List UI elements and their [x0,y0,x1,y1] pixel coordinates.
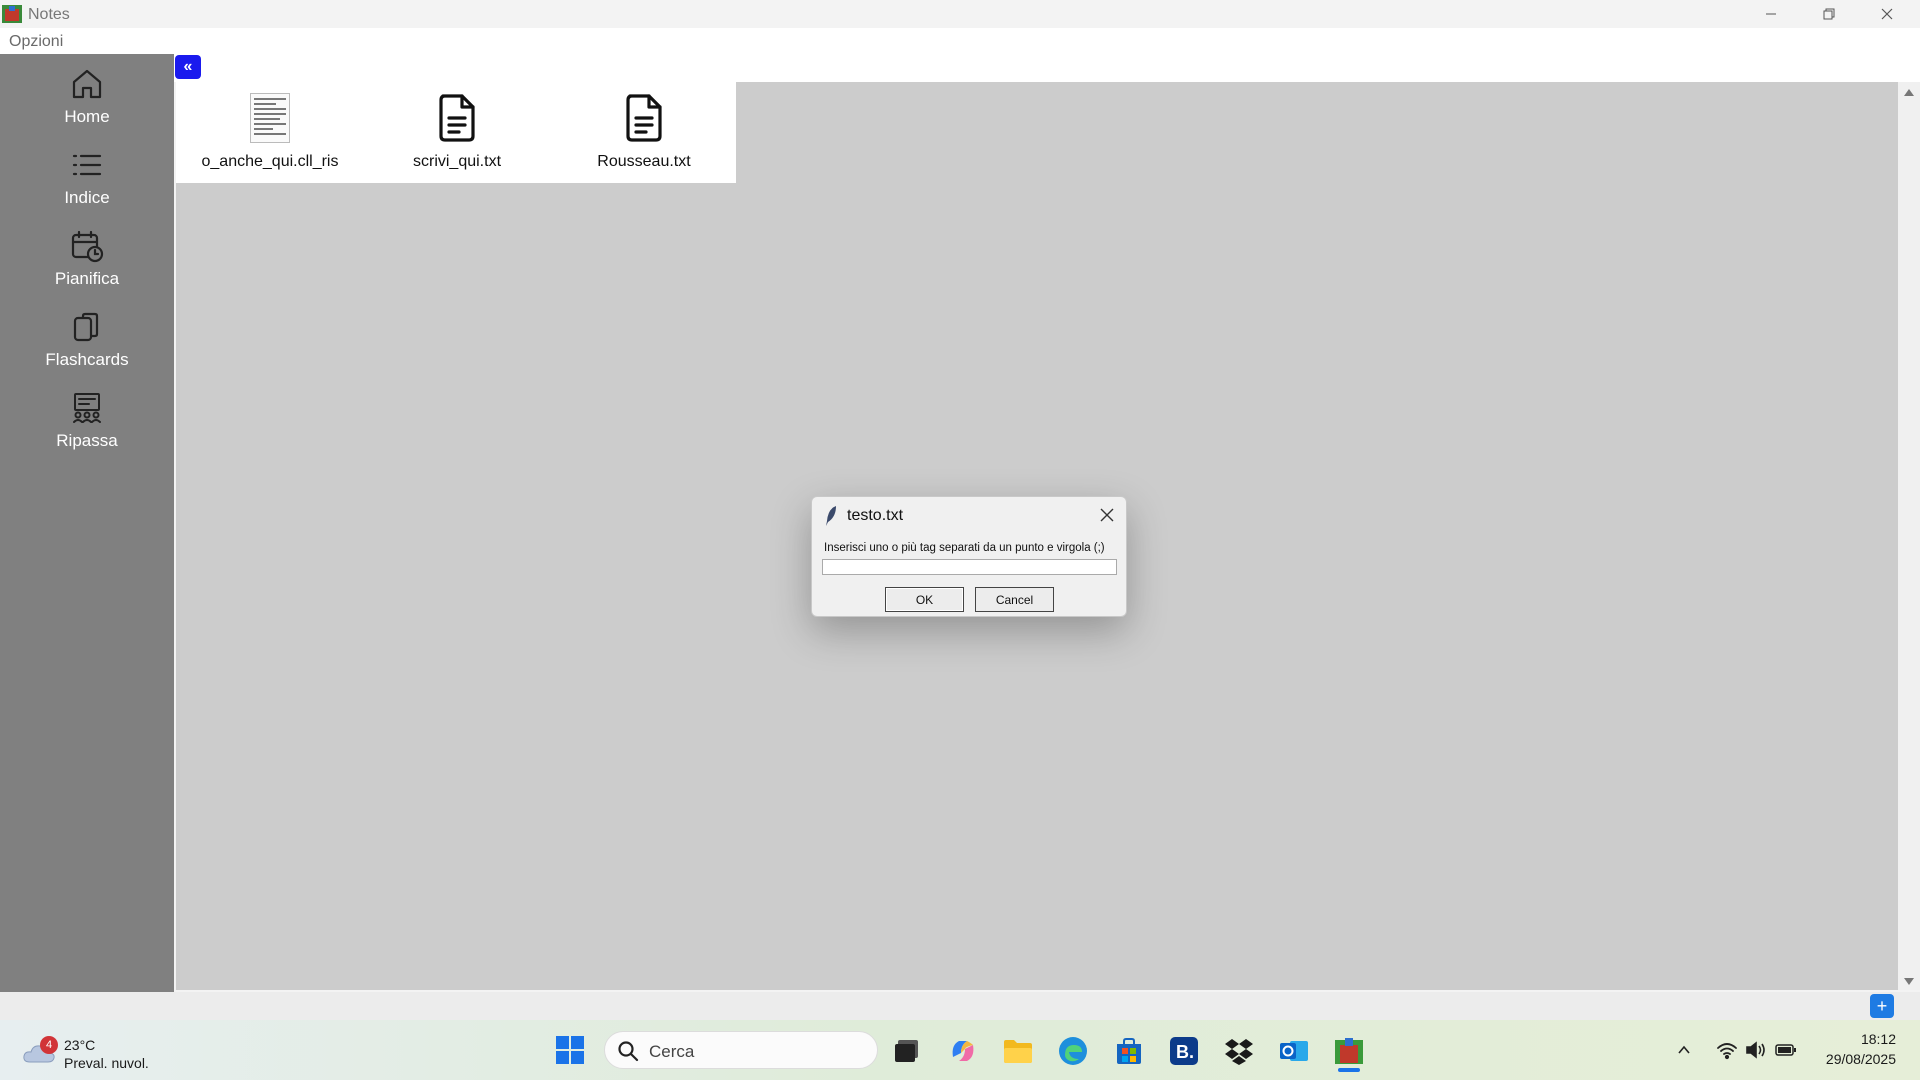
weather-description: Preval. nuvol. [64,1055,149,1071]
windows-logo-icon [556,1036,584,1064]
sidebar-item-ripassa[interactable]: Ripassa [0,382,174,458]
scroll-down-button[interactable] [1900,974,1918,990]
file-item[interactable]: scrivi_qui.txt [363,82,551,183]
battery-icon[interactable] [1775,1042,1797,1058]
taskbar-app-outlook[interactable] [1275,1032,1313,1070]
sidebar-item-label: Indice [64,188,110,207]
minimize-button[interactable] [1742,0,1800,28]
file-item[interactable]: o_anche_qui.cll_ris [176,82,364,183]
wifi-icon[interactable] [1716,1040,1738,1060]
taskbar-app-store[interactable] [1110,1032,1148,1070]
file-explorer-icon [1004,1040,1032,1063]
title-bar: Notes [0,0,1920,28]
file-name: o_anche_qui.cll_ris [201,153,339,170]
tag-dialog: testo.txt Inserisci uno o più tag separa… [811,496,1127,617]
tag-input[interactable] [822,559,1117,575]
svg-text:B.: B. [1176,1042,1194,1062]
taskbar-app-edge[interactable] [1054,1032,1092,1070]
close-window-button[interactable] [1858,0,1916,28]
list-icon [72,154,102,176]
file-grid: o_anche_qui.cll_ris scrivi_qui.txt Rouss… [176,82,736,183]
app-logo-icon [2,5,22,23]
close-icon [1881,8,1893,20]
arrow-down-icon [1904,978,1914,985]
calendar-clock-icon [71,230,104,263]
dialog-prompt: Inserisci uno o più tag separati da un p… [824,542,1105,554]
store-icon [1117,1038,1141,1064]
sidebar-item-label: Pianifica [54,269,120,288]
dropbox-icon [1225,1039,1253,1065]
taskbar-app-booking[interactable]: B. [1165,1032,1203,1070]
minimize-icon [1766,13,1776,15]
restore-icon [1823,8,1835,20]
notification-badge: 4 [40,1036,58,1054]
text-file-icon [439,94,475,142]
edge-icon [1059,1037,1087,1065]
taskbar-app-file-explorer[interactable] [999,1032,1037,1070]
window-title: Notes [28,6,70,23]
chevron-up-icon[interactable] [1676,1042,1692,1058]
menu-options[interactable]: Opzioni [9,33,63,51]
taskbar-search[interactable]: Cerca [604,1031,878,1069]
sidebar-item-flashcards[interactable]: Flashcards [0,301,174,377]
sidebar: Home Indice Pianifica Flashcards Ripassa [0,54,174,992]
weather-temperature: 23°C [64,1037,96,1053]
status-strip [0,992,1920,1020]
copilot-icon [952,1041,974,1061]
dialog-close-button[interactable] [1094,503,1120,527]
document-thumbnail-icon [244,92,296,144]
collapse-sidebar-button[interactable]: « [175,55,201,79]
add-button[interactable]: + [1870,994,1894,1018]
outlook-icon [1280,1041,1308,1061]
sidebar-item-label: Flashcards [45,350,129,369]
weather-widget[interactable]: 4 23°C Preval. nuvol. [20,1028,180,1072]
file-name: scrivi_qui.txt [412,153,502,170]
ok-button[interactable]: OK [885,587,964,612]
file-name: Rousseau.txt [597,153,691,170]
clock-date[interactable]: 29/08/2025 [1800,1051,1896,1067]
booking-icon: B. [1170,1037,1198,1065]
cards-icon [73,312,99,342]
arrow-up-icon [1904,89,1914,96]
taskbar-app-dropbox[interactable] [1220,1032,1258,1070]
file-item[interactable]: Rousseau.txt [550,82,738,183]
taskbar-app-copilot[interactable] [944,1032,982,1070]
sidebar-item-label: Ripassa [56,431,118,450]
feather-icon [826,506,836,526]
notes-app-icon [1335,1038,1363,1064]
restore-button[interactable] [1800,0,1858,28]
taskbar-app-notes[interactable] [1330,1032,1368,1070]
review-icon [73,393,101,423]
scroll-up-button[interactable] [1900,84,1918,100]
volume-icon[interactable] [1745,1040,1767,1060]
search-placeholder: Cerca [649,1042,695,1061]
text-file-icon [626,94,662,142]
sidebar-item-pianifica[interactable]: Pianifica [0,220,174,296]
vertical-scrollbar[interactable] [1898,82,1920,990]
content-header-strip [174,54,1920,82]
home-icon [72,69,102,99]
task-view-icon [895,1040,918,1062]
active-app-indicator [1338,1068,1360,1072]
clock-time[interactable]: 18:12 [1822,1031,1896,1047]
dialog-title: testo.txt [847,507,904,524]
cancel-button[interactable]: Cancel [975,587,1054,612]
menu-bar: Opzioni [0,28,1920,54]
search-icon [618,1041,639,1062]
sidebar-item-indice[interactable]: Indice [0,139,174,215]
sidebar-item-home[interactable]: Home [0,58,174,134]
sidebar-item-label: Home [64,107,110,126]
close-icon [1100,508,1114,522]
taskbar-app-task-view[interactable] [888,1032,926,1070]
start-button[interactable] [553,1033,587,1067]
taskbar: 4 23°C Preval. nuvol. Cerca B. 18:12 29/… [0,1020,1920,1080]
